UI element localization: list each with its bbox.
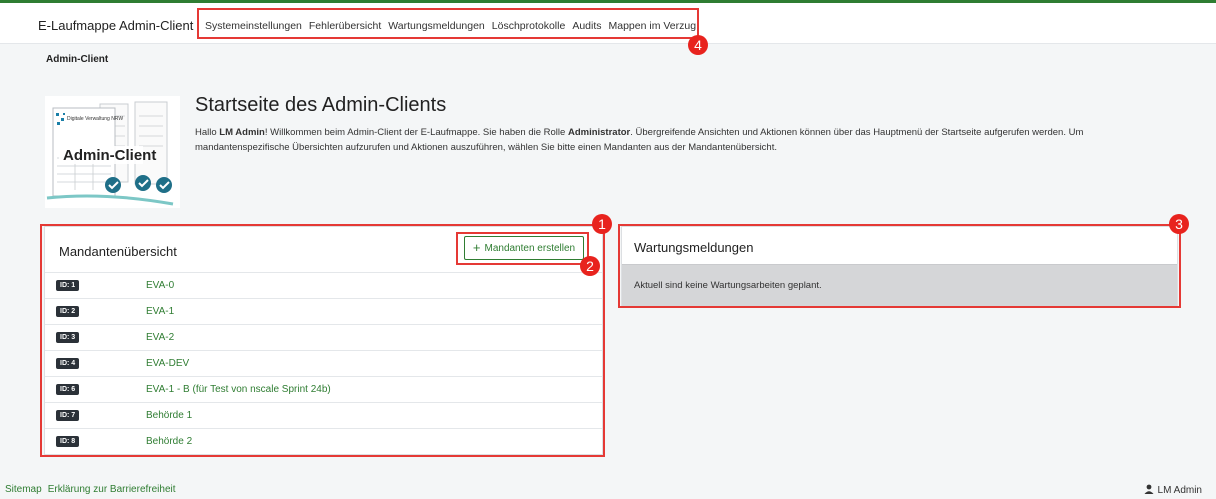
table-row[interactable]: ID: 8 Behörde 2 [45,428,602,454]
breadcrumb: Admin-Client [46,54,109,65]
table-row[interactable]: ID: 1 EVA-0 [45,272,602,298]
table-row[interactable]: ID: 6 EVA-1 - B (für Test von nscale Spri… [45,376,602,402]
nav-loeschprotokolle[interactable]: Löschprotokolle [492,20,566,32]
intro-part: Hallo [195,127,220,138]
annotation-marker-1: 1 [592,214,612,234]
annotation-marker-4: 4 [688,35,708,55]
nav-wartungsmeldungen[interactable]: Wartungsmeldungen [388,20,485,32]
logo-small-text: Digitale Verwaltung NRW [67,116,123,122]
id-badge: ID: 7 [56,410,80,421]
id-badge: ID: 8 [56,436,80,447]
id-badge: ID: 6 [56,384,80,395]
plus-icon: + [472,240,481,255]
wartung-message-area: Aktuell sind keine Wartungsarbeiten gepl… [622,264,1177,306]
table-row[interactable]: ID: 4 EVA-DEV [45,350,602,376]
wartung-message: Aktuell sind keine Wartungsarbeiten gepl… [634,280,822,291]
mandanten-title: Mandantenübersicht [59,244,177,259]
nav-mappen-im-verzug[interactable]: Mappen im Verzug [609,20,697,32]
intro-text: Hallo LM Admin! Willkommen beim Admin-Cl… [195,125,1175,155]
user-menu[interactable]: LM Admin [1144,484,1202,497]
user-icon [1144,484,1154,497]
id-badge: ID: 1 [56,280,80,291]
annotation-marker-2: 2 [580,256,600,276]
intro-part: ! Willkommen beim Admin-Client der E-Lau… [264,127,568,138]
mandant-link[interactable]: EVA-0 [146,280,174,291]
mandant-link[interactable]: EVA-1 - B (für Test von nscale Sprint 24… [146,384,331,395]
mandant-link[interactable]: EVA-DEV [146,358,189,369]
wartung-card: Wartungsmeldungen Aktuell sind keine War… [621,226,1178,307]
wartung-title: Wartungsmeldungen [634,240,754,255]
mandant-link[interactable]: EVA-2 [146,332,174,343]
intro-user: LM Admin [219,127,265,138]
page-title: Startseite des Admin-Clients [195,94,447,116]
id-badge: ID: 3 [56,332,80,343]
create-mandant-button[interactable]: + Mandanten erstellen [464,236,584,260]
admin-client-illustration: Digitale Verwaltung NRW Admin-Client [45,96,180,208]
table-row[interactable]: ID: 3 EVA-2 [45,324,602,350]
logo-text: Admin-Client [63,147,156,164]
top-navbar: E-Laufmappe Admin-Client Systemeinstellu… [0,3,1216,44]
mandanten-card: Mandantenübersicht + Mandanten erstellen… [44,226,603,455]
mandant-link[interactable]: Behörde 1 [146,410,192,421]
sitemap-link[interactable]: Sitemap [5,484,42,495]
mandant-link[interactable]: Behörde 2 [146,436,192,447]
user-name: LM Admin [1157,485,1202,496]
create-mandant-label: Mandanten erstellen [484,242,576,254]
table-row[interactable]: ID: 2 EVA-1 [45,298,602,324]
nav-audits[interactable]: Audits [572,20,601,32]
mandant-link[interactable]: EVA-1 [146,306,174,317]
intro-role: Administrator [567,127,631,138]
accessibility-link[interactable]: Erklärung zur Barrierefreiheit [48,484,176,495]
id-badge: ID: 2 [56,306,80,317]
footer-links: Sitemap Erklärung zur Barrierefreiheit [5,484,176,495]
nav-fehleruebersicht[interactable]: Fehlerübersicht [309,20,381,32]
main-menu: Systemeinstellungen Fehlerübersicht Wart… [205,20,696,32]
table-row[interactable]: ID: 7 Behörde 1 [45,402,602,428]
annotation-marker-3: 3 [1169,214,1189,234]
id-badge: ID: 4 [56,358,80,369]
nav-systemeinstellungen[interactable]: Systemeinstellungen [205,20,302,32]
brand-title[interactable]: E-Laufmappe Admin-Client [38,18,193,33]
